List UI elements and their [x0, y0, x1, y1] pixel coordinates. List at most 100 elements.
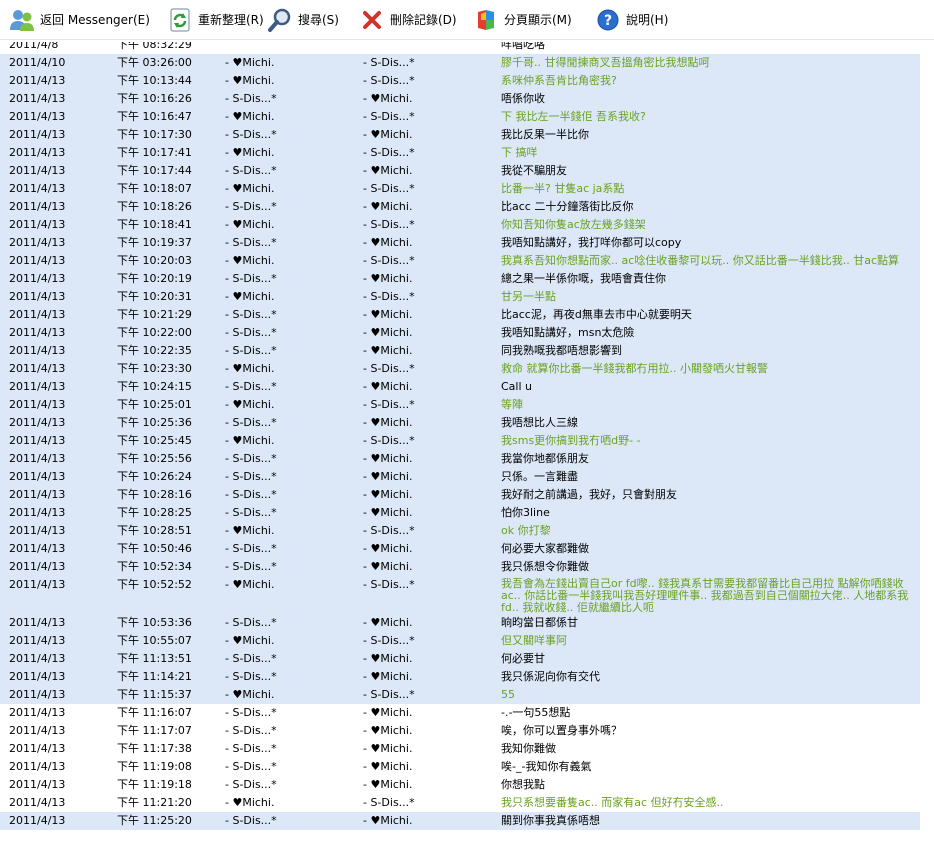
table-row[interactable]: 2011/4/13 下午 10:26:24 - S-Dis...* - ♥Michi.…	[0, 468, 934, 486]
table-row[interactable]: 2011/4/13 下午 11:15:37 - ♥Michi. - S-Dis...*…	[0, 686, 934, 704]
row-time: 下午 10:18:41	[117, 218, 192, 231]
table-row[interactable]: 2011/4/13 下午 11:19:08 - S-Dis...* - ♥Michi.…	[0, 758, 934, 776]
table-row[interactable]: 2011/4/13 下午 10:20:03 - ♥Michi. - S-Dis...*…	[0, 252, 934, 270]
row-sender: - S-Dis...*	[225, 814, 277, 827]
messenger-buddies-icon	[10, 9, 34, 31]
table-row[interactable]: 2011/4/13 下午 10:17:44 - S-Dis...* - ♥Michi.…	[0, 162, 934, 180]
row-right-margin	[920, 126, 934, 144]
toolbar: 返回 Messenger(E) 重新整理(R) 搜尋(S) 刪除記錄(D) 分頁…	[0, 0, 934, 40]
help-icon: ?	[597, 9, 619, 30]
table-row[interactable]: 2011/4/13 下午 11:19:18 - S-Dis...* - ♥Michi.…	[0, 776, 934, 794]
row-sender: - S-Dis...*	[225, 236, 277, 249]
row-recipient: - ♥Michi.	[363, 488, 413, 501]
row-sender: - S-Dis...*	[225, 200, 277, 213]
table-row[interactable]: 2011/4/13 下午 10:53:36 - S-Dis...* - ♥Michi.…	[0, 614, 934, 632]
search-button[interactable]: 搜尋(S)	[264, 5, 356, 35]
row-time: 下午 10:17:30	[117, 128, 192, 141]
table-row[interactable]: 2011/4/13 下午 11:17:38 - S-Dis...* - ♥Michi.…	[0, 740, 934, 758]
row-recipient: - ♥Michi.	[363, 814, 413, 827]
row-date: 2011/4/13	[9, 670, 66, 683]
table-row[interactable]: 2011/4/13 下午 10:19:37 - S-Dis...* - ♥Michi.…	[0, 234, 934, 252]
row-date: 2011/4/13	[9, 164, 66, 177]
row-sender: - ♥Michi.	[225, 218, 275, 231]
table-row[interactable]: 2011/4/13 下午 10:22:00 - S-Dis...* - ♥Michi.…	[0, 324, 934, 342]
row-message: -.-一句55想點	[501, 706, 571, 719]
table-row[interactable]: 2011/4/13 下午 10:18:26 - S-Dis...* - ♥Michi.…	[0, 198, 934, 216]
row-right-margin	[920, 90, 934, 108]
table-row[interactable]: 2011/4/13 下午 10:23:30 - ♥Michi. - S-Dis...*…	[0, 360, 934, 378]
row-recipient: - ♥Michi.	[363, 164, 413, 177]
table-row[interactable]: 2011/4/13 下午 10:16:26 - S-Dis...* - ♥Michi.…	[0, 90, 934, 108]
refresh-label: 重新整理(R)	[198, 13, 264, 27]
table-row[interactable]: 2011/4/13 下午 10:16:47 - ♥Michi. - S-Dis...*…	[0, 108, 934, 126]
row-sender: - ♥Michi.	[225, 362, 275, 375]
row-message: 唉-_-我知你有義氣	[501, 760, 592, 773]
row-sender: - S-Dis...*	[225, 760, 277, 773]
row-right-margin	[920, 504, 934, 522]
table-row[interactable]: 2011/4/13 下午 11:21:20 - ♥Michi. - S-Dis...*…	[0, 794, 934, 812]
row-date: 2011/4/13	[9, 616, 66, 629]
table-row[interactable]: 2011/4/13 下午 10:17:41 - ♥Michi. - S-Dis...*…	[0, 144, 934, 162]
table-row[interactable]: 2011/4/13 下午 10:22:35 - S-Dis...* - ♥Michi.…	[0, 342, 934, 360]
refresh-icon	[170, 8, 190, 31]
paging-view-button[interactable]: 分頁顯示(M)	[470, 5, 592, 35]
table-row[interactable]: 2011/4/13 下午 10:25:56 - S-Dis...* - ♥Michi.…	[0, 450, 934, 468]
row-message: 唔係你收	[501, 92, 545, 105]
row-message: 膠千哥.. 甘得閒揀商叉吾搵角密比我想點呵	[501, 56, 710, 69]
chat-history-list[interactable]: 2011/4/8 下午 08:32:29 咩唱吃咯 2011/4/10 下午 03:26…	[0, 42, 934, 847]
table-row[interactable]: 2011/4/13 下午 10:18:41 - ♥Michi. - S-Dis...*…	[0, 216, 934, 234]
row-time: 下午 11:17:38	[117, 742, 192, 755]
row-date: 2011/4/13	[9, 416, 66, 429]
table-row[interactable]: 2011/4/13 下午 10:55:07 - ♥Michi. - S-Dis...*…	[0, 632, 934, 650]
refresh-button[interactable]: 重新整理(R)	[164, 5, 264, 35]
row-time: 下午 11:19:08	[117, 760, 192, 773]
row-time: 下午 11:17:07	[117, 724, 192, 737]
row-right-margin	[920, 432, 934, 450]
row-message: 關到你事我真係唔想	[501, 814, 600, 827]
table-row[interactable]: 2011/4/13 下午 10:28:16 - S-Dis...* - ♥Michi.…	[0, 486, 934, 504]
table-row[interactable]: 2011/4/13 下午 11:16:07 - S-Dis...* - ♥Michi.…	[0, 704, 934, 722]
table-row[interactable]: 2011/4/13 下午 11:14:21 - S-Dis...* - ♥Michi.…	[0, 668, 934, 686]
row-sender: - ♥Michi.	[225, 688, 275, 701]
row-time: 下午 10:25:01	[117, 398, 192, 411]
table-row[interactable]: 2011/4/13 下午 10:25:45 - ♥Michi. - S-Dis...*…	[0, 432, 934, 450]
row-date: 2011/4/13	[9, 290, 66, 303]
row-time: 下午 10:18:07	[117, 182, 192, 195]
table-row[interactable]: 2011/4/13 下午 10:13:44 - ♥Michi. - S-Dis...*…	[0, 72, 934, 90]
table-row[interactable]: 2011/4/13 下午 10:52:52 - ♥Michi. - S-Dis...*…	[0, 576, 934, 614]
row-right-margin	[920, 522, 934, 540]
table-row[interactable]: 2011/4/13 下午 10:28:51 - ♥Michi. - S-Dis...*…	[0, 522, 934, 540]
help-button[interactable]: ? 說明(H)	[592, 5, 682, 35]
table-row[interactable]: 2011/4/8 下午 08:32:29 咩唱吃咯	[0, 42, 934, 54]
table-row[interactable]: 2011/4/13 下午 10:25:01 - ♥Michi. - S-Dis...*…	[0, 396, 934, 414]
table-row[interactable]: 2011/4/13 下午 10:18:07 - ♥Michi. - S-Dis...*…	[0, 180, 934, 198]
row-time: 下午 10:25:56	[117, 452, 192, 465]
table-row[interactable]: 2011/4/13 下午 10:20:31 - ♥Michi. - S-Dis...*…	[0, 288, 934, 306]
table-row[interactable]: 2011/4/13 下午 10:24:15 - S-Dis...* - ♥Michi.…	[0, 378, 934, 396]
row-time: 下午 10:13:44	[117, 74, 192, 87]
row-right-margin	[920, 342, 934, 360]
row-sender: - S-Dis...*	[225, 452, 277, 465]
table-row[interactable]: 2011/4/13 下午 10:20:19 - S-Dis...* - ♥Michi.…	[0, 270, 934, 288]
table-row[interactable]: 2011/4/13 下午 10:17:30 - S-Dis...* - ♥Michi.…	[0, 126, 934, 144]
row-date: 2011/4/13	[9, 470, 66, 483]
delete-history-button[interactable]: 刪除記錄(D)	[356, 5, 470, 35]
row-date: 2011/4/13	[9, 128, 66, 141]
table-row[interactable]: 2011/4/13 下午 10:52:34 - S-Dis...* - ♥Michi.…	[0, 558, 934, 576]
table-row[interactable]: 2011/4/13 下午 10:50:46 - S-Dis...* - ♥Michi.…	[0, 540, 934, 558]
row-sender: - ♥Michi.	[225, 634, 275, 647]
table-row[interactable]: 2011/4/13 下午 10:28:25 - S-Dis...* - ♥Michi.…	[0, 504, 934, 522]
row-right-margin	[920, 198, 934, 216]
table-row[interactable]: 2011/4/13 下午 11:25:20 - S-Dis...* - ♥Michi.…	[0, 812, 934, 830]
row-right-margin	[920, 216, 934, 234]
table-row[interactable]: 2011/4/13 下午 11:17:07 - S-Dis...* - ♥Michi.…	[0, 722, 934, 740]
back-to-messenger-button[interactable]: 返回 Messenger(E)	[6, 5, 164, 35]
row-right-margin	[920, 252, 934, 270]
row-recipient: - ♥Michi.	[363, 560, 413, 573]
table-row[interactable]: 2011/4/10 下午 03:26:00 - ♥Michi. - S-Dis...*…	[0, 54, 934, 72]
row-time: 下午 10:21:29	[117, 308, 192, 321]
row-right-margin	[920, 614, 934, 632]
table-row[interactable]: 2011/4/13 下午 10:21:29 - S-Dis...* - ♥Michi.…	[0, 306, 934, 324]
table-row[interactable]: 2011/4/13 下午 11:13:51 - S-Dis...* - ♥Michi.…	[0, 650, 934, 668]
table-row[interactable]: 2011/4/13 下午 10:25:36 - S-Dis...* - ♥Michi.…	[0, 414, 934, 432]
